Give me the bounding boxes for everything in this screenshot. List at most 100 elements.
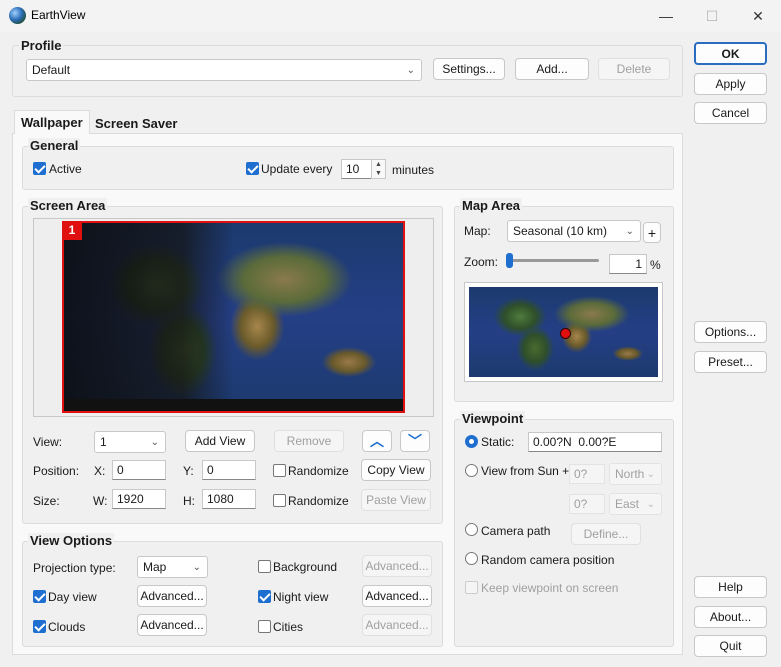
background-checkbox[interactable]	[258, 560, 271, 573]
zoom-slider-track[interactable]	[507, 259, 599, 262]
static-radio[interactable]	[465, 435, 478, 448]
day-view-advanced-button[interactable]: Advanced...	[137, 585, 207, 607]
tab-wallpaper[interactable]: Wallpaper	[14, 110, 90, 134]
ok-button[interactable]: OK	[694, 42, 767, 65]
sun-direction1-select[interactable]: North ⌄	[609, 463, 662, 485]
sun-degree2-input[interactable]: 0?	[569, 494, 605, 514]
preset-button[interactable]: Preset...	[694, 351, 767, 373]
close-button[interactable]: ✕	[735, 0, 781, 32]
projection-select[interactable]: Map ⌄	[137, 556, 208, 578]
day-view-checkbox[interactable]	[33, 590, 46, 603]
update-spinner[interactable]: ▲ ▼	[371, 159, 386, 179]
clouds-label: Clouds	[48, 620, 86, 634]
h-label: H:	[183, 494, 195, 508]
quit-button[interactable]: Quit	[694, 635, 767, 657]
update-interval-input[interactable]: 10	[341, 159, 372, 179]
viewpoint-title: Viewpoint	[460, 411, 526, 426]
night-view-advanced-button[interactable]: Advanced...	[362, 585, 432, 607]
screen-area-title: Screen Area	[28, 198, 108, 213]
settings-button[interactable]: Settings...	[433, 58, 505, 80]
x-input[interactable]: 0	[112, 460, 166, 480]
static-coordinates-input[interactable]: 0.00?N 0.00?E	[528, 432, 662, 452]
cities-advanced-button[interactable]: Advanced...	[362, 614, 432, 636]
tab-screen-saver[interactable]: Screen Saver	[89, 111, 183, 135]
view-select[interactable]: 1 ⌄	[94, 431, 166, 453]
sun-direction2-value: East	[615, 497, 640, 511]
general-title: General	[28, 138, 81, 153]
height-input[interactable]: 1080	[202, 489, 256, 509]
view-from-sun-radio[interactable]	[465, 464, 478, 477]
sun-direction2-select[interactable]: East ⌄	[609, 493, 662, 515]
zoom-slider-thumb[interactable]	[506, 253, 513, 268]
cities-checkbox[interactable]	[258, 620, 271, 633]
map-select-value: Seasonal (10 km)	[513, 224, 608, 238]
night-view-label: Night view	[273, 590, 329, 604]
copy-view-button[interactable]: Copy View	[361, 459, 431, 481]
randomize-size-checkbox[interactable]	[273, 494, 286, 507]
chevron-down-icon: ⌄	[406, 65, 415, 76]
chevron-down-icon: ⌄	[150, 437, 159, 448]
profile-select[interactable]: Default ⌄	[26, 59, 422, 81]
add-view-button[interactable]: Add View	[185, 430, 255, 452]
y-label: Y:	[183, 464, 194, 478]
clouds-checkbox[interactable]	[33, 620, 46, 633]
night-view-checkbox[interactable]	[258, 590, 271, 603]
camera-path-radio[interactable]	[465, 523, 478, 536]
remove-view-button[interactable]: Remove	[274, 430, 344, 452]
chevron-up-icon: ︿	[370, 433, 384, 449]
width-input[interactable]: 1920	[112, 489, 166, 509]
maximize-button[interactable]: ☐	[689, 0, 735, 32]
static-label: Static:	[481, 435, 515, 449]
cancel-button[interactable]: Cancel	[694, 102, 767, 124]
keep-viewpoint-label: Keep viewpoint on screen	[481, 581, 619, 595]
about-button[interactable]: About...	[694, 606, 767, 628]
active-checkbox[interactable]	[33, 162, 46, 175]
add-map-button[interactable]: +	[643, 222, 661, 243]
chevron-down-icon: ⌄	[646, 499, 655, 510]
wallpaper-preview-map[interactable]	[62, 221, 405, 413]
randomize-position-label: Randomize	[288, 464, 349, 478]
view-from-sun-label: View from Sun +	[481, 464, 570, 478]
map-select[interactable]: Seasonal (10 km) ⌄	[507, 220, 641, 242]
minutes-label: minutes	[392, 163, 435, 177]
chevron-down-icon: ﹀	[408, 433, 422, 449]
view-label: View:	[33, 435, 63, 449]
apply-button[interactable]: Apply	[694, 73, 767, 95]
cities-label: Cities	[273, 620, 304, 634]
y-input[interactable]: 0	[202, 460, 256, 480]
move-up-button[interactable]: ︿	[362, 430, 392, 452]
zoom-input[interactable]: 1	[609, 254, 647, 274]
background-advanced-button[interactable]: Advanced...	[362, 555, 432, 577]
night-shadow	[64, 223, 234, 411]
zoom-label: Zoom:	[464, 255, 499, 269]
move-down-button[interactable]: ﹀	[400, 430, 430, 452]
background-label: Background	[273, 560, 338, 574]
map-thumbnail-frame	[464, 282, 663, 382]
clouds-advanced-button[interactable]: Advanced...	[137, 614, 207, 636]
help-button[interactable]: Help	[694, 576, 767, 598]
location-marker-icon	[560, 328, 571, 339]
minimize-button[interactable]: —	[643, 0, 689, 32]
randomize-size-label: Randomize	[288, 494, 349, 508]
update-label: Update every	[261, 162, 333, 176]
delete-profile-button[interactable]: Delete	[598, 58, 670, 80]
preview-taskbar	[64, 399, 403, 411]
camera-path-label: Camera path	[481, 524, 551, 538]
random-camera-radio[interactable]	[465, 552, 478, 565]
w-label: W:	[93, 494, 108, 508]
add-profile-button[interactable]: Add...	[515, 58, 589, 80]
paste-view-button[interactable]: Paste View	[361, 489, 431, 511]
size-label: Size:	[33, 494, 60, 508]
projection-label: Projection type:	[33, 561, 116, 575]
zoom-unit-label: %	[650, 258, 661, 272]
update-checkbox[interactable]	[246, 162, 259, 175]
position-label: Position:	[33, 464, 80, 478]
define-button[interactable]: Define...	[571, 523, 641, 545]
map-label: Map:	[464, 224, 491, 238]
randomize-position-checkbox[interactable]	[273, 464, 286, 477]
x-label: X:	[94, 464, 106, 478]
monitor-number-badge: 1	[62, 221, 82, 240]
sun-degree1-input[interactable]: 0?	[569, 464, 605, 484]
keep-viewpoint-checkbox[interactable]	[465, 581, 478, 594]
options-button[interactable]: Options...	[694, 321, 767, 343]
